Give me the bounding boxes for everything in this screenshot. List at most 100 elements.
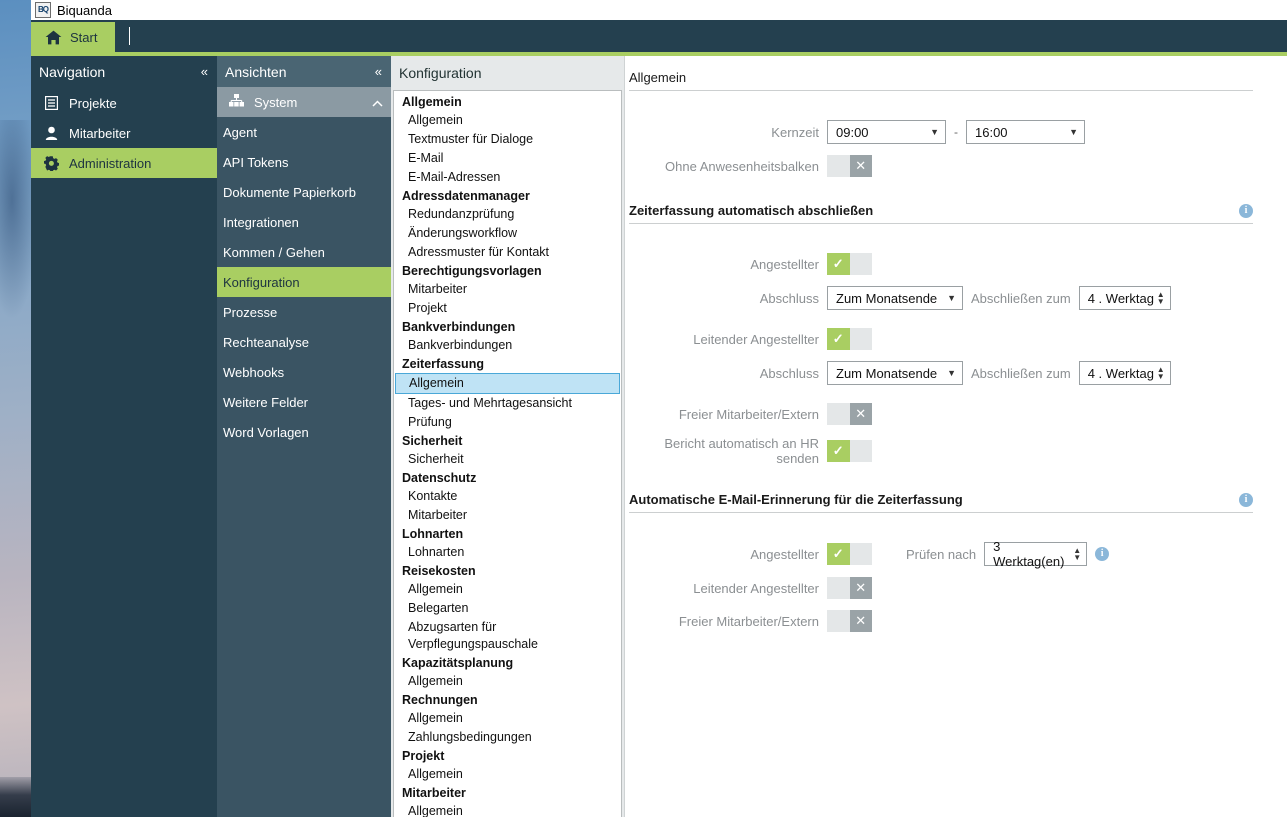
views-item-label: Konfiguration	[223, 274, 300, 290]
info-icon[interactable]: i	[1239, 204, 1253, 218]
kernzeit-from-dropdown[interactable]: 09:00 ▼	[827, 120, 946, 144]
views-group-system[interactable]: System	[217, 87, 391, 117]
leitender-abschluss-dropdown[interactable]: Zum Monatsende ▼	[827, 361, 963, 385]
config-tree-title: Konfiguration	[399, 65, 482, 81]
views-panel: Ansichten « System Agent API Tokens Doku…	[217, 56, 391, 817]
cross-icon: ✕	[849, 610, 872, 632]
sidebar-item-administration[interactable]: Administration	[31, 148, 217, 178]
field-row-freier-mitarbeiter: Freier Mitarbeiter/Extern ✕	[629, 403, 1253, 425]
sidebar-item-mitarbeiter-label: Mitarbeiter	[69, 125, 131, 141]
ohne-anwesenheitsbalken-toggle[interactable]: ✕	[827, 155, 872, 177]
views-group-system-label: System	[254, 94, 298, 110]
info-icon[interactable]: i	[1095, 547, 1110, 561]
check-icon: ✓	[827, 253, 850, 275]
tree-item[interactable]: Redundanzprüfung	[394, 205, 621, 224]
kernzeit-to-dropdown[interactable]: 16:00 ▼	[966, 120, 1085, 144]
views-item-dokumente-papierkorb[interactable]: Dokumente Papierkorb	[217, 177, 391, 207]
tree-item[interactable]: Allgemein	[394, 802, 621, 817]
chevron-down-icon: ▼	[1069, 126, 1078, 137]
list-icon	[43, 96, 59, 110]
field-row-bericht-hr: Bericht automatisch an HR senden ✓	[629, 436, 1253, 466]
sidebar-item-projekte[interactable]: Projekte	[31, 88, 217, 118]
reminder-angestellter-toggle[interactable]: ✓	[827, 543, 872, 565]
tree-item[interactable]: Lohnarten	[394, 543, 621, 562]
tree-item[interactable]: Mitarbeiter	[394, 506, 621, 525]
tree-item[interactable]: Allgemein	[394, 111, 621, 130]
leitender-abschliessen-zum-value: 4 . Werktag	[1087, 365, 1154, 381]
tree-group-header: Mitarbeiter	[402, 786, 466, 800]
angestellter-abschluss-dropdown[interactable]: Zum Monatsende ▼	[827, 286, 963, 310]
freier-mitarbeiter-toggle[interactable]: ✕	[827, 403, 872, 425]
tree-item[interactable]: Tages- und Mehrtagesansicht	[394, 394, 621, 413]
views-item-agent[interactable]: Agent	[217, 117, 391, 147]
views-item-prozesse[interactable]: Prozesse	[217, 297, 391, 327]
tree-item[interactable]: Prüfung	[394, 413, 621, 432]
tree-item[interactable]: E-Mail	[394, 149, 621, 168]
sidebar-item-mitarbeiter[interactable]: Mitarbeiter	[31, 118, 217, 148]
tree-item[interactable]: Bankverbindungen	[394, 336, 621, 355]
views-item-word-vorlagen[interactable]: Word Vorlagen	[217, 417, 391, 447]
tree-item[interactable]: Projekt	[394, 299, 621, 318]
stepper-arrows-icon[interactable]: ▲ ▼	[1157, 366, 1165, 381]
views-item-webhooks[interactable]: Webhooks	[217, 357, 391, 387]
chevron-double-left-icon[interactable]: «	[201, 65, 208, 78]
views-item-label: Word Vorlagen	[223, 424, 309, 440]
kernzeit-from-value: 09:00	[836, 124, 869, 140]
sitemap-icon	[229, 94, 244, 110]
section-header-reminder: Automatische E-Mail-Erinnerung für die Z…	[629, 492, 1253, 513]
chevron-down-icon: ▼	[930, 126, 939, 137]
abschluss-label: Abschluss	[759, 365, 819, 381]
views-item-konfiguration[interactable]: Konfiguration	[217, 267, 391, 297]
views-item-rechteanalyse[interactable]: Rechteanalyse	[217, 327, 391, 357]
tree-item[interactable]: Allgemein	[394, 765, 621, 784]
leitender-angestellter-toggle[interactable]: ✓	[827, 328, 872, 350]
config-tree-panel: Konfiguration Allgemein Allgemein Textmu…	[391, 56, 625, 817]
tree-item[interactable]: Allgemein	[394, 672, 621, 691]
tree-item[interactable]: Allgemein	[394, 580, 621, 599]
info-icon[interactable]: i	[1239, 493, 1253, 507]
toggle-left-half	[827, 577, 850, 599]
chevron-up-icon[interactable]	[372, 95, 383, 110]
stepper-arrows-icon[interactable]: ▲ ▼	[1157, 291, 1165, 306]
reminder-freier-toggle[interactable]: ✕	[827, 610, 872, 632]
config-tree-list[interactable]: Allgemein Allgemein Textmuster für Dialo…	[393, 90, 622, 817]
tree-item[interactable]: Textmuster für Dialoge	[394, 130, 621, 149]
tree-item[interactable]: Änderungsworkflow	[394, 224, 621, 243]
chevron-double-left-icon[interactable]: «	[375, 65, 382, 78]
cross-icon: ✕	[849, 155, 872, 177]
tree-item[interactable]: Abzugsarten für Verpflegungspauschale	[394, 618, 621, 654]
bericht-hr-toggle[interactable]: ✓	[827, 440, 872, 462]
tab-start[interactable]: Start	[31, 22, 116, 52]
tree-item-selected[interactable]: Allgemein	[395, 373, 620, 394]
gear-icon	[43, 155, 59, 171]
leitender-abschliessen-zum-stepper[interactable]: 4 . Werktag ▲ ▼	[1078, 361, 1171, 385]
tree-group-header: Berechtigungsvorlagen	[402, 264, 542, 278]
tree-item[interactable]: Adressmuster für Kontakt	[394, 243, 621, 262]
sidebar-item-administration-label: Administration	[69, 155, 152, 171]
views-item-label: Dokumente Papierkorb	[223, 184, 356, 200]
reminder-leitender-toggle[interactable]: ✕	[827, 577, 872, 599]
tree-item[interactable]: Belegarten	[394, 599, 621, 618]
field-row-angestellter-abschluss: Abschluss Zum Monatsende ▼ Abschließen z…	[629, 286, 1253, 310]
tree-item[interactable]: Mitarbeiter	[394, 280, 621, 299]
pruefen-nach-stepper[interactable]: 3 Werktag(en) ▲ ▼	[984, 539, 1088, 569]
angestellter-toggle[interactable]: ✓	[827, 253, 872, 275]
toggle-right-half	[849, 543, 872, 565]
section-header-autoclose: Zeiterfassung automatisch abschließen i	[629, 203, 1253, 224]
check-icon: ✓	[827, 440, 850, 462]
views-item-integrationen[interactable]: Integrationen	[217, 207, 391, 237]
field-row-leitender-toggle: Leitender Angestellter ✓	[629, 328, 1253, 350]
tree-item[interactable]: Zahlungsbedingungen	[394, 728, 621, 747]
views-panel-title: Ansichten	[225, 63, 287, 80]
tree-item[interactable]: Sicherheit	[394, 450, 621, 469]
stepper-arrows-icon[interactable]: ▲ ▼	[1073, 547, 1081, 562]
views-item-weitere-felder[interactable]: Weitere Felder	[217, 387, 391, 417]
navigation-panel-title: Navigation	[39, 63, 106, 80]
cross-icon: ✕	[849, 577, 872, 599]
angestellter-abschliessen-zum-stepper[interactable]: 4 . Werktag ▲ ▼	[1078, 286, 1171, 310]
tree-item[interactable]: Kontakte	[394, 487, 621, 506]
views-item-kommen-gehen[interactable]: Kommen / Gehen	[217, 237, 391, 267]
tree-item[interactable]: Allgemein	[394, 709, 621, 728]
views-item-api-tokens[interactable]: API Tokens	[217, 147, 391, 177]
tree-item[interactable]: E-Mail-Adressen	[394, 168, 621, 187]
